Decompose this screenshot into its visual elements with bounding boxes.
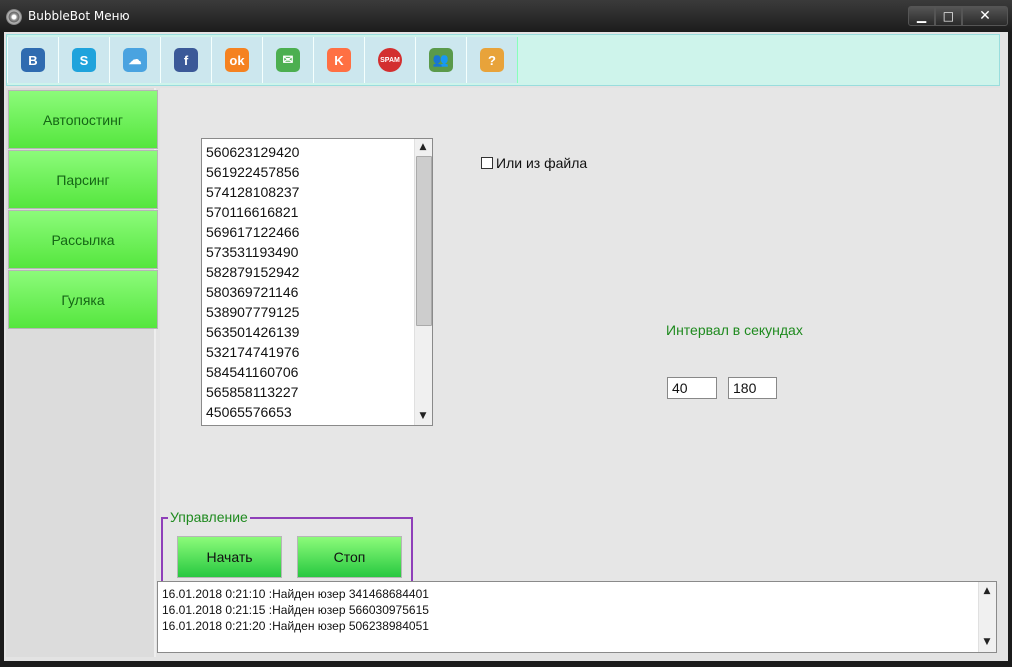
list-item[interactable]: 532174741976 <box>206 342 414 362</box>
log-line: 16.01.2018 0:21:20 :Найден юзер 50623898… <box>162 619 429 633</box>
toolbar-button-mail[interactable]: ✉ <box>262 37 314 83</box>
toolbar-button-cloud[interactable]: ☁ <box>109 37 161 83</box>
sidebar-item-mailing[interactable]: Рассылка <box>8 210 158 269</box>
log-scrollbar[interactable]: ▲ ▼ <box>978 582 996 652</box>
list-item[interactable]: 561922457856 <box>206 162 414 182</box>
toolbar-button-facebook[interactable]: f <box>160 37 212 83</box>
skype-icon: S <box>72 48 96 72</box>
log-line: 16.01.2018 0:21:15 :Найден юзер 56603097… <box>162 603 429 617</box>
list-item[interactable]: 574128108237 <box>206 182 414 202</box>
sidebar-item-autoposting[interactable]: Автопостинг <box>8 90 158 149</box>
maximize-button[interactable]: □ <box>934 6 962 26</box>
user-id-items: 560623129420 561922457856 574128108237 5701… <box>206 142 414 422</box>
log-scroll-up-icon[interactable]: ▲ <box>979 583 995 599</box>
odnoklassniki-icon: ok <box>225 48 249 72</box>
toolbar-button-spam[interactable]: SPAM <box>364 37 416 83</box>
help-book-icon: ? <box>480 48 504 72</box>
list-item[interactable]: 584541160706 <box>206 362 414 382</box>
user-id-list[interactable]: 560623129420 561922457856 574128108237 5701… <box>201 138 433 426</box>
list-item[interactable]: 560623129420 <box>206 142 414 162</box>
list-item[interactable]: 565858113227 <box>206 382 414 402</box>
interval-max-input[interactable]: 180 <box>728 377 777 399</box>
window-title: BubbleBot Меню <box>28 9 130 23</box>
sidebar-item-gulyaka[interactable]: Гуляка <box>8 270 158 329</box>
mail-icon: ✉ <box>276 48 300 72</box>
scroll-down-icon[interactable]: ▼ <box>415 408 431 424</box>
facebook-icon: f <box>174 48 198 72</box>
log-scroll-down-icon[interactable]: ▼ <box>979 634 995 650</box>
log-lines: 16.01.2018 0:21:10 :Найден юзер 34146868… <box>162 586 429 634</box>
stop-button[interactable]: Стоп <box>297 536 402 578</box>
toolbar-button-vk[interactable]: B <box>7 37 59 83</box>
list-scrollbar[interactable]: ▲ ▼ <box>414 139 432 425</box>
toolbar-button-users[interactable]: 👥 <box>415 37 467 83</box>
users-icon: 👥 <box>429 48 453 72</box>
scroll-up-icon[interactable]: ▲ <box>415 139 431 155</box>
interval-label: Интервал в секундах <box>666 322 803 338</box>
list-item[interactable]: 563501426139 <box>206 322 414 342</box>
spam-stop-icon: SPAM <box>378 48 402 72</box>
vk-icon: B <box>21 48 45 72</box>
log-line: 16.01.2018 0:21:10 :Найден юзер 34146868… <box>162 587 429 601</box>
log-output[interactable]: 16.01.2018 0:21:10 :Найден юзер 34146868… <box>157 581 997 653</box>
start-button[interactable]: Начать <box>177 536 282 578</box>
toolbar-button-help[interactable]: ? <box>466 37 518 83</box>
interval-min-input[interactable]: 40 <box>667 377 717 399</box>
app-logo-icon <box>6 9 22 25</box>
close-button[interactable]: ✕ <box>961 6 1008 26</box>
sidebar-item-parsing[interactable]: Парсинг <box>8 150 158 209</box>
list-item[interactable]: 580369721146 <box>206 282 414 302</box>
list-item[interactable]: 569617122466 <box>206 222 414 242</box>
toolbar-button-k-service[interactable]: K <box>313 37 365 83</box>
toolbar-button-odnoklassniki[interactable]: ok <box>211 37 263 83</box>
window-controls: ▁ □ ✕ <box>908 6 1008 26</box>
list-item[interactable]: 538907779125 <box>206 302 414 322</box>
toolbar: B S ☁ f ok ✉ K SPAM 👥 ? <box>6 34 1000 86</box>
title-bar[interactable] <box>0 0 1012 32</box>
list-item[interactable]: 582879152942 <box>206 262 414 282</box>
from-file-checkbox[interactable] <box>481 157 493 169</box>
from-file-label: Или из файла <box>496 155 588 171</box>
scroll-thumb[interactable] <box>416 156 432 326</box>
control-group-legend: Управление <box>168 509 250 525</box>
k-icon: K <box>327 48 351 72</box>
sidebar: Автопостинг Парсинг Рассылка Гуляка <box>6 88 158 657</box>
minimize-button[interactable]: ▁ <box>908 6 935 26</box>
list-item[interactable]: 570116616821 <box>206 202 414 222</box>
toolbar-button-skype[interactable]: S <box>58 37 110 83</box>
cloud-icon: ☁ <box>123 48 147 72</box>
list-item[interactable]: 573531193490 <box>206 242 414 262</box>
list-item[interactable]: 45065576653 <box>206 402 414 422</box>
